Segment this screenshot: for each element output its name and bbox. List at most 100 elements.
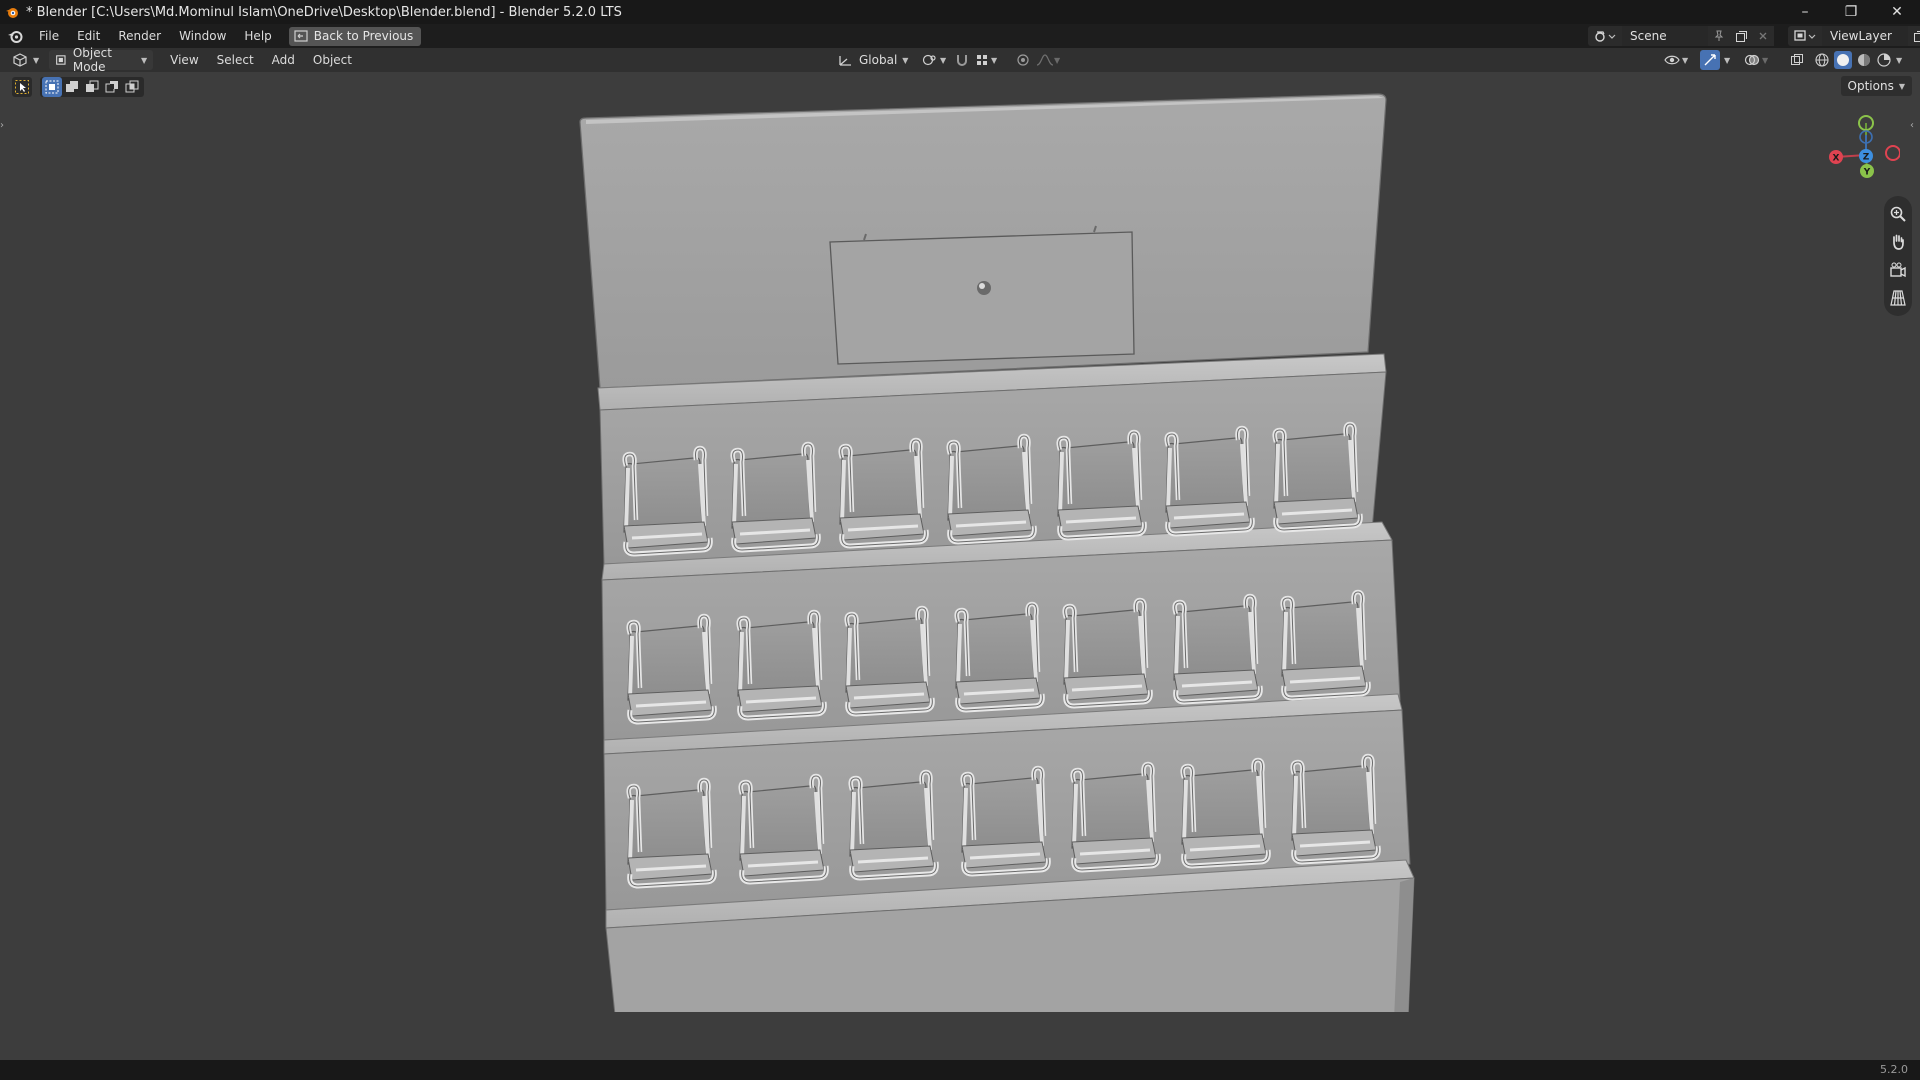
options-label: Options	[1847, 79, 1894, 93]
zoom-icon	[1890, 206, 1906, 222]
status-bar: 5.2.0	[0, 1060, 1920, 1080]
select-subtract-button[interactable]	[82, 77, 102, 97]
viewlayer-browse-button[interactable]	[1788, 26, 1822, 46]
top-menu-bar: File Edit Render Window Help Back to Pre…	[0, 24, 1920, 48]
gizmo-dropdown[interactable]: ▼	[1722, 50, 1730, 70]
back-to-previous-button[interactable]: Back to Previous	[288, 26, 422, 46]
new-scene-button[interactable]	[1730, 26, 1752, 46]
pivot-icon	[922, 54, 936, 66]
duplicate-icon	[1913, 30, 1920, 42]
grid-perspective-icon	[1890, 290, 1906, 306]
menu-edit[interactable]: Edit	[68, 25, 109, 47]
gizmo-y-label: Y	[1863, 168, 1871, 178]
select-intersect-button[interactable]	[122, 77, 142, 97]
object-mode-dropdown[interactable]: Object Mode ▼	[49, 46, 154, 74]
viewport-header: ▼ Object Mode ▼ View Select Add Object G…	[0, 46, 1920, 74]
eye-icon	[1664, 55, 1680, 65]
select-new-button[interactable]	[42, 77, 62, 97]
scene-name-field[interactable]: Scene	[1622, 26, 1708, 46]
snap-increment-icon	[977, 55, 987, 65]
wireframe-shading-icon[interactable]	[1814, 52, 1830, 68]
gizmo-toggle[interactable]	[1700, 50, 1720, 70]
3d-viewport[interactable]: › ‹ Options ▼ X Z Y	[0, 72, 1920, 1060]
sidebar-expand-arrow[interactable]: ‹	[1910, 120, 1920, 134]
scene-selector: Scene ViewLayer	[1588, 26, 1920, 46]
select-subtract-icon	[86, 80, 99, 92]
pivot-point-dropdown[interactable]: ▼	[922, 50, 946, 70]
maximize-button[interactable]: ❐	[1828, 0, 1874, 24]
menu-select[interactable]: Select	[208, 49, 263, 71]
object-mode-icon	[56, 55, 66, 65]
select-intersect-icon	[125, 80, 139, 93]
material-preview-icon[interactable]	[1856, 52, 1872, 68]
gizmo-z-label: Z	[1863, 153, 1870, 163]
pin-icon	[1714, 30, 1724, 41]
options-dropdown[interactable]: Options ▼	[1840, 76, 1912, 96]
snap-target-dropdown[interactable]: ▼	[975, 50, 997, 70]
menu-add[interactable]: Add	[263, 49, 304, 71]
render-layers-icon	[1794, 30, 1816, 41]
navigation-gizmo[interactable]: X Z Y	[1820, 107, 1900, 187]
hand-icon	[1893, 234, 1904, 250]
proportional-edit-icon	[1017, 54, 1029, 66]
menu-object[interactable]: Object	[304, 49, 361, 71]
transform-orientation-dropdown[interactable]: Global ▼	[838, 50, 908, 70]
delete-scene-button[interactable]	[1752, 26, 1774, 46]
rendered-shading-icon[interactable]	[1876, 52, 1892, 68]
select-difference-icon	[105, 81, 118, 93]
select-extend-button[interactable]	[62, 77, 82, 97]
select-extend-icon	[66, 81, 78, 92]
active-tool-button[interactable]	[12, 77, 32, 97]
overlays-toggle[interactable]: ▼	[1744, 50, 1768, 70]
blender-app-icon	[6, 8, 18, 18]
shading-mode-group: ▼	[1814, 50, 1902, 70]
tiered-stand-model[interactable]	[560, 92, 1420, 1012]
menu-window[interactable]: Window	[170, 25, 235, 47]
zoom-button[interactable]	[1885, 200, 1911, 228]
minimize-button[interactable]: –	[1782, 0, 1828, 24]
blender-menu-icon[interactable]	[6, 27, 24, 45]
object-mode-label: Object Mode	[72, 46, 112, 74]
object-visibility-dropdown[interactable]: ▼	[1664, 50, 1688, 70]
snap-toggle[interactable]	[955, 50, 969, 70]
menu-render[interactable]: Render	[109, 25, 170, 47]
viewport-navigation-buttons	[1884, 196, 1912, 316]
menu-view[interactable]: View	[161, 49, 207, 71]
camera-view-button[interactable]	[1885, 256, 1911, 284]
magnet-icon	[957, 55, 967, 66]
xray-icon	[1791, 54, 1803, 65]
menu-help[interactable]: Help	[235, 25, 280, 47]
version-label: 5.2.0	[1880, 1063, 1908, 1076]
proportional-falloff-dropdown[interactable]: ▼	[1036, 50, 1060, 70]
gizmo-neg-x-dot[interactable]	[1885, 145, 1900, 161]
camera-icon	[1890, 262, 1906, 278]
pan-button[interactable]	[1885, 228, 1911, 256]
viewlayer-name-field[interactable]: ViewLayer	[1822, 26, 1908, 46]
select-set-icon	[45, 80, 59, 94]
scene-pin-button[interactable]	[1708, 26, 1730, 46]
solid-shading-icon[interactable]	[1834, 51, 1852, 69]
overlays-icon	[1744, 54, 1760, 66]
perspective-toggle-button[interactable]	[1885, 284, 1911, 312]
menu-file[interactable]: File	[30, 25, 68, 47]
scene-browse-button[interactable]	[1588, 26, 1622, 46]
close-icon	[1759, 32, 1767, 40]
3d-viewport-icon	[13, 53, 27, 67]
close-button[interactable]: ✕	[1874, 0, 1920, 24]
back-to-previous-label: Back to Previous	[313, 29, 414, 43]
tool-settings-header	[12, 76, 144, 98]
toolbar-expand-arrow[interactable]: ›	[0, 120, 10, 134]
gizmo-x-label: X	[1833, 154, 1840, 164]
window-title: * Blender [C:\Users\Md.Mominul Islam\One…	[26, 4, 622, 20]
proportional-editing-toggle[interactable]	[1016, 50, 1030, 70]
xray-toggle[interactable]	[1790, 50, 1804, 70]
title-bar: * Blender [C:\Users\Md.Mominul Islam\One…	[0, 0, 1920, 24]
orientation-label: Global	[859, 53, 898, 67]
falloff-curve-icon	[1036, 54, 1054, 66]
editor-type-button[interactable]: ▼	[12, 50, 39, 70]
new-viewlayer-button[interactable]	[1908, 26, 1920, 46]
gizmo-icon	[1704, 54, 1716, 66]
selection-mode-group	[40, 77, 144, 97]
select-difference-button[interactable]	[102, 77, 122, 97]
orientation-global-icon	[839, 56, 851, 66]
